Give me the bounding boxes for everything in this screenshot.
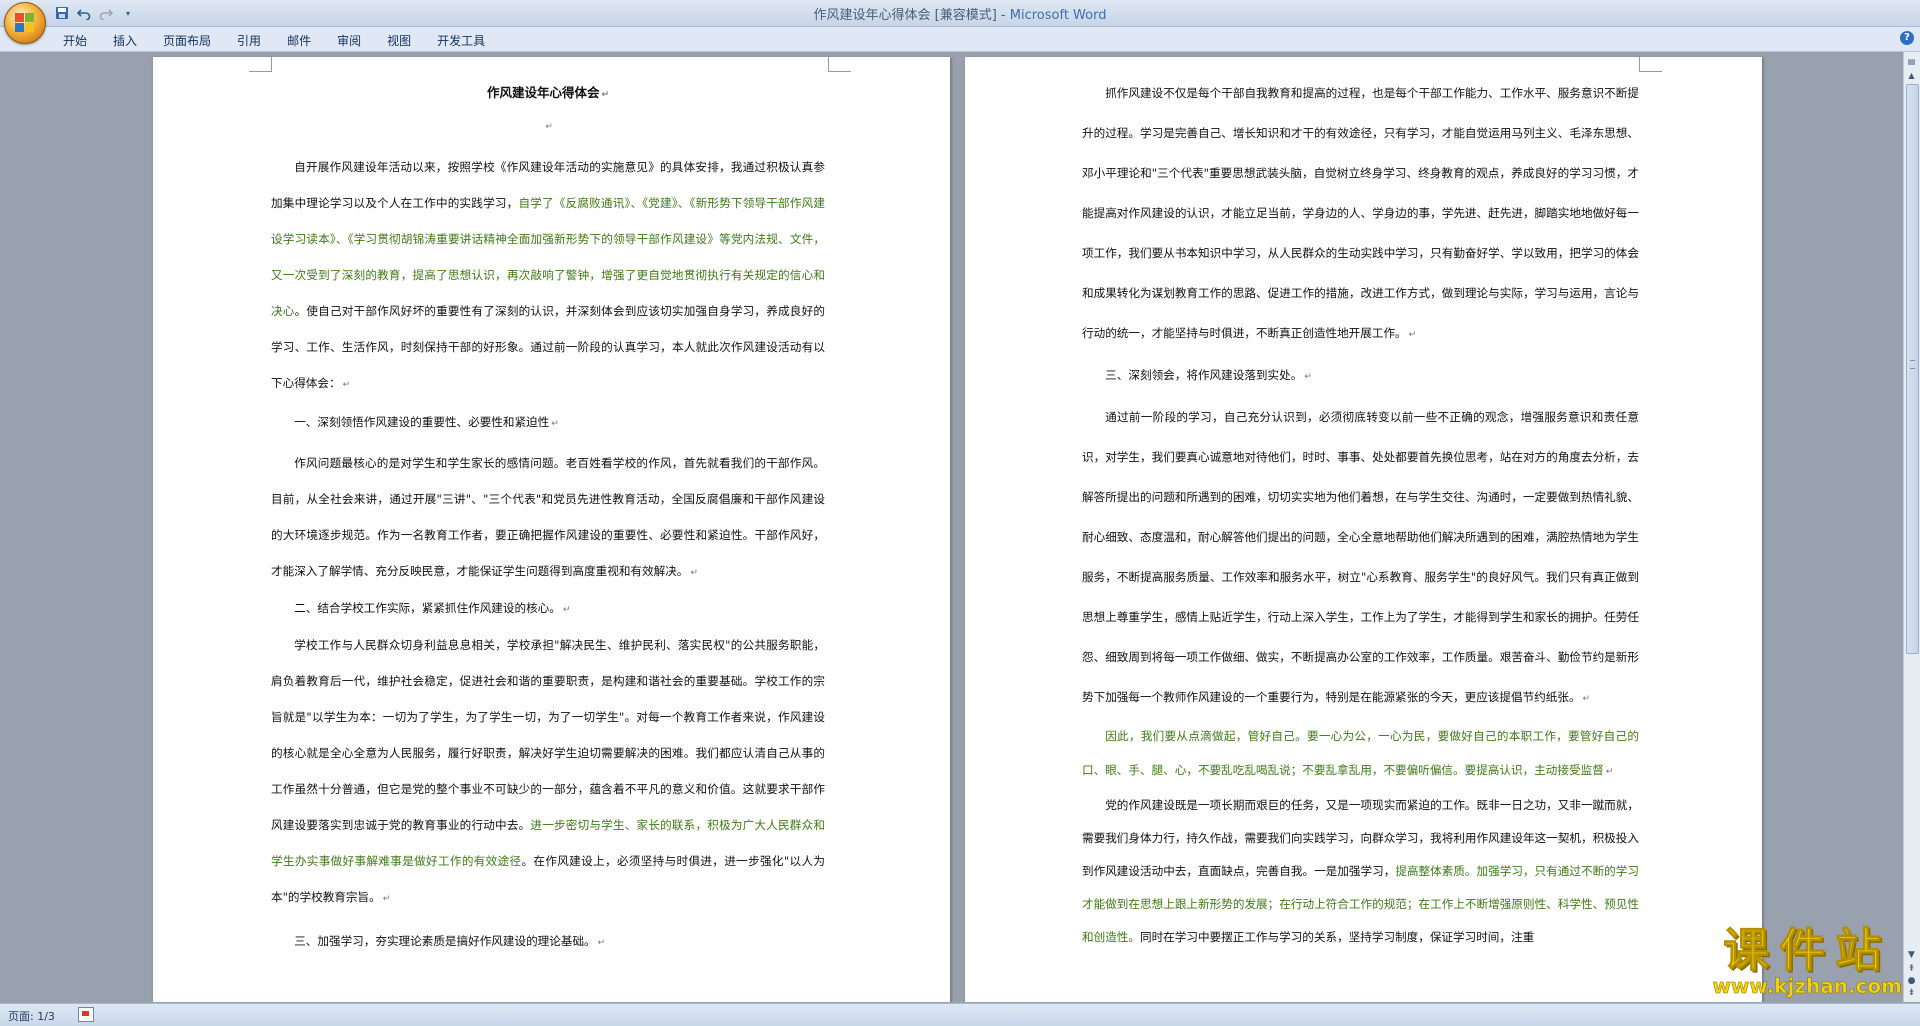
tab-insert[interactable]: 插入 — [100, 30, 150, 51]
paragraph: 通过前一阶段的学习，自己充分认识到，必须彻底转变以前一些不正确的观念，增强服务意… — [1082, 410, 1639, 704]
margin-corner — [249, 57, 272, 72]
margin-corner — [1639, 57, 1662, 72]
proofing-errors-icon[interactable] — [78, 1007, 94, 1022]
status-bar: 页面: 1/3 — [0, 1003, 1920, 1026]
select-browse-object-icon[interactable]: ● — [1906, 976, 1917, 988]
document-title: 作风建设年心得体会 ↵ — [486, 85, 610, 100]
vertical-scrollbar[interactable]: ▤ ▲ ▼ ⇞ ● ⇟ — [1903, 52, 1920, 1002]
paragraph: 学校工作与人民群众切身利益息息相关，学校承担"解决民生、维护民利、落实民权"的公… — [271, 638, 825, 904]
page-1[interactable]: 作风建设年心得体会 ↵ ↵ 自开展作风建设年活动以来，按照学校《作风建设年活动的实… — [153, 57, 950, 1002]
page-2[interactable]: 抓作风建设不仅是每个干部自我教育和提高的过程，也是每个干部工作能力、工作水平、服… — [965, 57, 1762, 1002]
tab-home[interactable]: 开始 — [50, 30, 100, 51]
paragraph: 党的作风建设既是一项长期而艰巨的任务，又是一项现实而紧迫的工作。既非一日之功，又… — [1082, 798, 1639, 944]
page-1-content: 作风建设年心得体会 ↵ ↵ 自开展作风建设年活动以来，按照学校《作风建设年活动的实… — [271, 79, 825, 967]
next-page-icon[interactable]: ⇟ — [1906, 988, 1917, 1000]
scroll-up-icon[interactable]: ▲ — [1906, 70, 1917, 82]
office-button[interactable] — [4, 2, 46, 44]
margin-corner — [828, 57, 851, 72]
watermark-text: 课件站 — [1723, 923, 1892, 977]
ribbon-tab-bar: 开始 插入 页面布局 引用 邮件 审阅 视图 开发工具 ? — [0, 27, 1920, 52]
tab-page-layout[interactable]: 页面布局 — [150, 30, 224, 51]
tab-developer[interactable]: 开发工具 — [424, 30, 498, 51]
app-name: Microsoft Word — [1009, 8, 1107, 23]
page-counter[interactable]: 页面: 1/3 — [8, 1008, 55, 1024]
empty-paragraph: ↵ — [545, 122, 553, 132]
ribbon-tabs: 开始 插入 页面布局 引用 邮件 审阅 视图 开发工具 — [50, 30, 498, 51]
scroll-down-icon[interactable]: ▼ — [1906, 950, 1917, 962]
watermark-url: www.kjzhan.com — [1712, 974, 1902, 998]
watermark-logo: 课件站 www.kjzhan.com — [1712, 923, 1902, 998]
paragraph: 抓作风建设不仅是每个干部自我教育和提高的过程，也是每个干部工作能力、工作水平、服… — [1082, 86, 1639, 340]
thumb-grip — [1910, 360, 1915, 369]
section-heading: 三、深刻领会，将作风建设落到实处。 ↵ — [1105, 368, 1312, 382]
page-2-content: 抓作风建设不仅是每个干部自我教育和提高的过程，也是每个干部工作能力、工作水平、服… — [1082, 79, 1639, 954]
section-heading: 二、结合学校工作实际，紧紧抓住作风建设的核心。 ↵ — [294, 601, 571, 615]
section-heading: 一、深刻领悟作风建设的重要性、必要性和紧迫性 ↵ — [294, 415, 559, 429]
tab-view[interactable]: 视图 — [374, 30, 424, 51]
tab-mailings[interactable]: 邮件 — [274, 30, 324, 51]
document-area: 作风建设年心得体会 ↵ ↵ 自开展作风建设年活动以来，按照学校《作风建设年活动的实… — [0, 52, 1904, 1002]
office-logo-icon — [15, 13, 35, 33]
paragraph: 自开展作风建设年活动以来，按照学校《作风建设年活动的实施意见》的具体安排，我通过… — [271, 160, 825, 390]
previous-page-icon[interactable]: ⇞ — [1906, 964, 1917, 976]
help-icon[interactable]: ? — [1900, 31, 1914, 45]
tab-review[interactable]: 审阅 — [324, 30, 374, 51]
scrollbar-thumb[interactable] — [1906, 84, 1919, 654]
section-heading: 三、加强学习，夯实理论素质是搞好作风建设的理论基础。 ↵ — [294, 934, 606, 948]
document-name: 作风建设年心得体会 [兼容模式] - — [813, 8, 1010, 23]
ruler-toggle-icon[interactable]: ▤ — [1906, 56, 1917, 68]
paragraph: 因此，我们要从点滴做起，管好自己。要一心为公，一心为民，要做好自己的本职工作，要… — [1082, 729, 1639, 777]
window-title: 作风建设年心得体会 [兼容模式] - Microsoft Word — [0, 4, 1920, 23]
paragraph: 作风问题最核心的是对学生和学生家长的感情问题。老百姓看学校的作风，首先就看我们的… — [271, 456, 825, 578]
tab-references[interactable]: 引用 — [224, 30, 274, 51]
title-bar: ▾ 作风建设年心得体会 [兼容模式] - Microsoft Word — [0, 0, 1920, 27]
